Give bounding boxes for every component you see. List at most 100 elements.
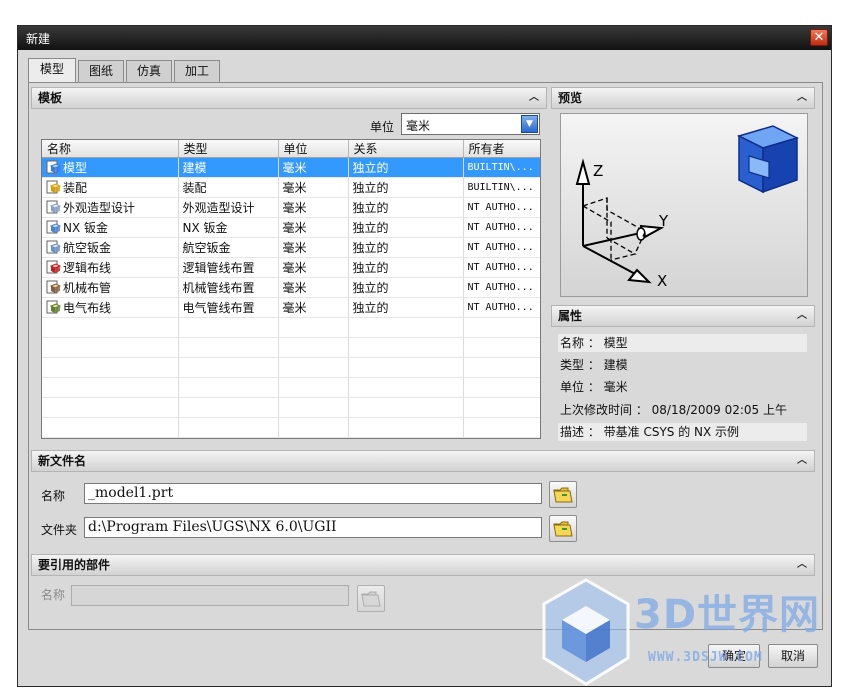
empty-cell [178, 397, 279, 418]
column-header-type[interactable]: 类型 [178, 140, 279, 158]
referenced-name-input[interactable] [71, 585, 349, 606]
tab-model[interactable]: 模型 [28, 58, 76, 82]
browse-referenced-button[interactable] [357, 585, 385, 612]
sheet-metal-icon [46, 220, 61, 234]
empty-cell [278, 337, 349, 358]
cell-relation: 独立的 [348, 277, 464, 298]
axis-z-label: Z [593, 162, 603, 180]
empty-cell [178, 337, 279, 358]
watermark-url: WWW.3DSJW.COM [648, 650, 763, 665]
empty-cell [278, 317, 349, 338]
watermark: 3D世界网 WWW.3DSJW.COM [538, 576, 838, 694]
close-icon: ✕ [813, 30, 825, 45]
property-name: 名称 ： 模型 [558, 334, 807, 352]
cell-type: NX 钣金 [178, 217, 279, 238]
empty-cell [278, 417, 349, 438]
empty-cell [463, 417, 540, 438]
cell-unit: 毫米 [278, 237, 349, 258]
column-header-unit[interactable]: 单位 [278, 140, 349, 158]
template-section-header[interactable]: 模板 ︿ [31, 87, 547, 109]
chevron-down-icon[interactable]: ▼ [521, 115, 538, 133]
browse-filename-button[interactable] [549, 481, 577, 508]
cell-owner: NT AUTHO... [463, 217, 540, 238]
column-header-name[interactable]: 名称 [42, 140, 179, 158]
empty-cell [348, 397, 464, 418]
collapse-icon[interactable]: ︿ [794, 557, 810, 573]
tab-manufacturing[interactable]: 加工 [174, 60, 220, 82]
cell-name: 装配 [42, 177, 179, 198]
browse-folder-button[interactable] [549, 515, 577, 542]
title-bar[interactable]: 新建 ✕ [18, 26, 831, 50]
cell-name: NX 钣金 [42, 217, 179, 238]
collapse-icon[interactable]: ︿ [794, 90, 810, 106]
cell-relation: 独立的 [348, 217, 464, 238]
referenced-part-section-header[interactable]: 要引用的部件 ︿ [31, 554, 815, 576]
cell-owner: NT AUTHO... [463, 237, 540, 258]
table-header-row: 名称 类型 单位 关系 所有者 [42, 140, 540, 158]
filename-label: 名称 [41, 489, 66, 503]
table-row[interactable]: 逻辑布线 逻辑管线布置 毫米 独立的 NT AUTHO... [42, 257, 540, 278]
cell-type: 机械管线布置 [178, 277, 279, 298]
cell-type: 航空钣金 [178, 237, 279, 258]
cell-relation: 独立的 [348, 177, 464, 198]
property-description: 描述 ： 带基准 CSYS 的 NX 示例 [558, 423, 807, 441]
table-row[interactable]: 机械布管 机械管线布置 毫米 独立的 NT AUTHO... [42, 277, 540, 298]
table-row[interactable]: 外观造型设计 外观造型设计 毫米 独立的 NT AUTHO... [42, 197, 540, 218]
cell-owner: BUILTIN\... [463, 157, 540, 178]
properties-section-header[interactable]: 属性 ︿ [551, 305, 815, 327]
table-row[interactable]: 装配 装配 毫米 独立的 BUILTIN\... [42, 177, 540, 198]
cell-relation: 独立的 [348, 157, 464, 178]
cell-owner: NT AUTHO... [463, 257, 540, 278]
close-button[interactable]: ✕ [810, 29, 828, 46]
collapse-icon[interactable]: ︿ [794, 453, 810, 469]
unit-select[interactable]: 毫米 ▼ [401, 113, 540, 135]
empty-table-row [42, 357, 540, 378]
logical-routing-icon [46, 260, 61, 274]
collapse-icon[interactable]: ︿ [526, 90, 542, 106]
property-type: 类型 ： 建模 [560, 358, 628, 372]
table-row[interactable]: 电气布线 电气管线布置 毫米 独立的 NT AUTHO... [42, 297, 540, 318]
column-header-owner[interactable]: 所有者 [463, 140, 540, 158]
table-row[interactable]: 模型 建模 毫米 独立的 BUILTIN\... [42, 157, 540, 178]
cell-name: 电气布线 [42, 297, 179, 318]
window-title: 新建 [26, 32, 51, 46]
cell-unit: 毫米 [278, 177, 349, 198]
cell-name: 外观造型设计 [42, 197, 179, 218]
tab-content: 模板 ︿ 单位 毫米 ▼ 名称 类型 单位 关系 所有者 模型 建模 毫米 独立… [28, 82, 823, 630]
empty-cell [178, 317, 279, 338]
table-row[interactable]: NX 钣金 NX 钣金 毫米 独立的 NT AUTHO... [42, 217, 540, 238]
model-icon [46, 160, 61, 174]
collapse-icon[interactable]: ︿ [794, 308, 810, 324]
aero-sheet-metal-icon [46, 240, 61, 254]
folder-label: 文件夹 [41, 523, 78, 537]
tab-simulation[interactable]: 仿真 [126, 60, 172, 82]
empty-cell [348, 417, 464, 438]
column-header-relation[interactable]: 关系 [348, 140, 464, 158]
empty-cell [178, 377, 279, 398]
cell-unit: 毫米 [278, 297, 349, 318]
folder-input[interactable]: d:\Program Files\UGS\NX 6.0\UGII [84, 517, 542, 538]
cell-type: 装配 [178, 177, 279, 198]
empty-table-row [42, 377, 540, 398]
cell-name: 逻辑布线 [42, 257, 179, 278]
folder-icon [553, 487, 573, 503]
watermark-logo-icon [542, 578, 630, 686]
cell-owner: NT AUTHO... [463, 297, 540, 318]
axis-x-label: X [657, 272, 667, 290]
preview-image: Z Y X [560, 113, 808, 297]
cell-unit: 毫米 [278, 217, 349, 238]
empty-cell [463, 317, 540, 338]
template-table: 名称 类型 单位 关系 所有者 模型 建模 毫米 独立的 BUILTIN\... 装配 装配… [41, 139, 541, 439]
preview-section-header[interactable]: 预览 ︿ [551, 87, 815, 109]
empty-table-row [42, 397, 540, 418]
watermark-text: 3D世界网 [634, 592, 821, 638]
cell-unit: 毫米 [278, 157, 349, 178]
tab-drawing[interactable]: 图纸 [78, 60, 124, 82]
cell-unit: 毫米 [278, 197, 349, 218]
folder-icon [361, 591, 381, 607]
filename-input[interactable]: _model1.prt [84, 483, 542, 504]
table-row[interactable]: 航空钣金 航空钣金 毫米 独立的 NT AUTHO... [42, 237, 540, 258]
electrical-routing-icon [46, 300, 61, 314]
cell-type: 电气管线布置 [178, 297, 279, 318]
new-filename-section-header[interactable]: 新文件名 ︿ [31, 450, 815, 472]
